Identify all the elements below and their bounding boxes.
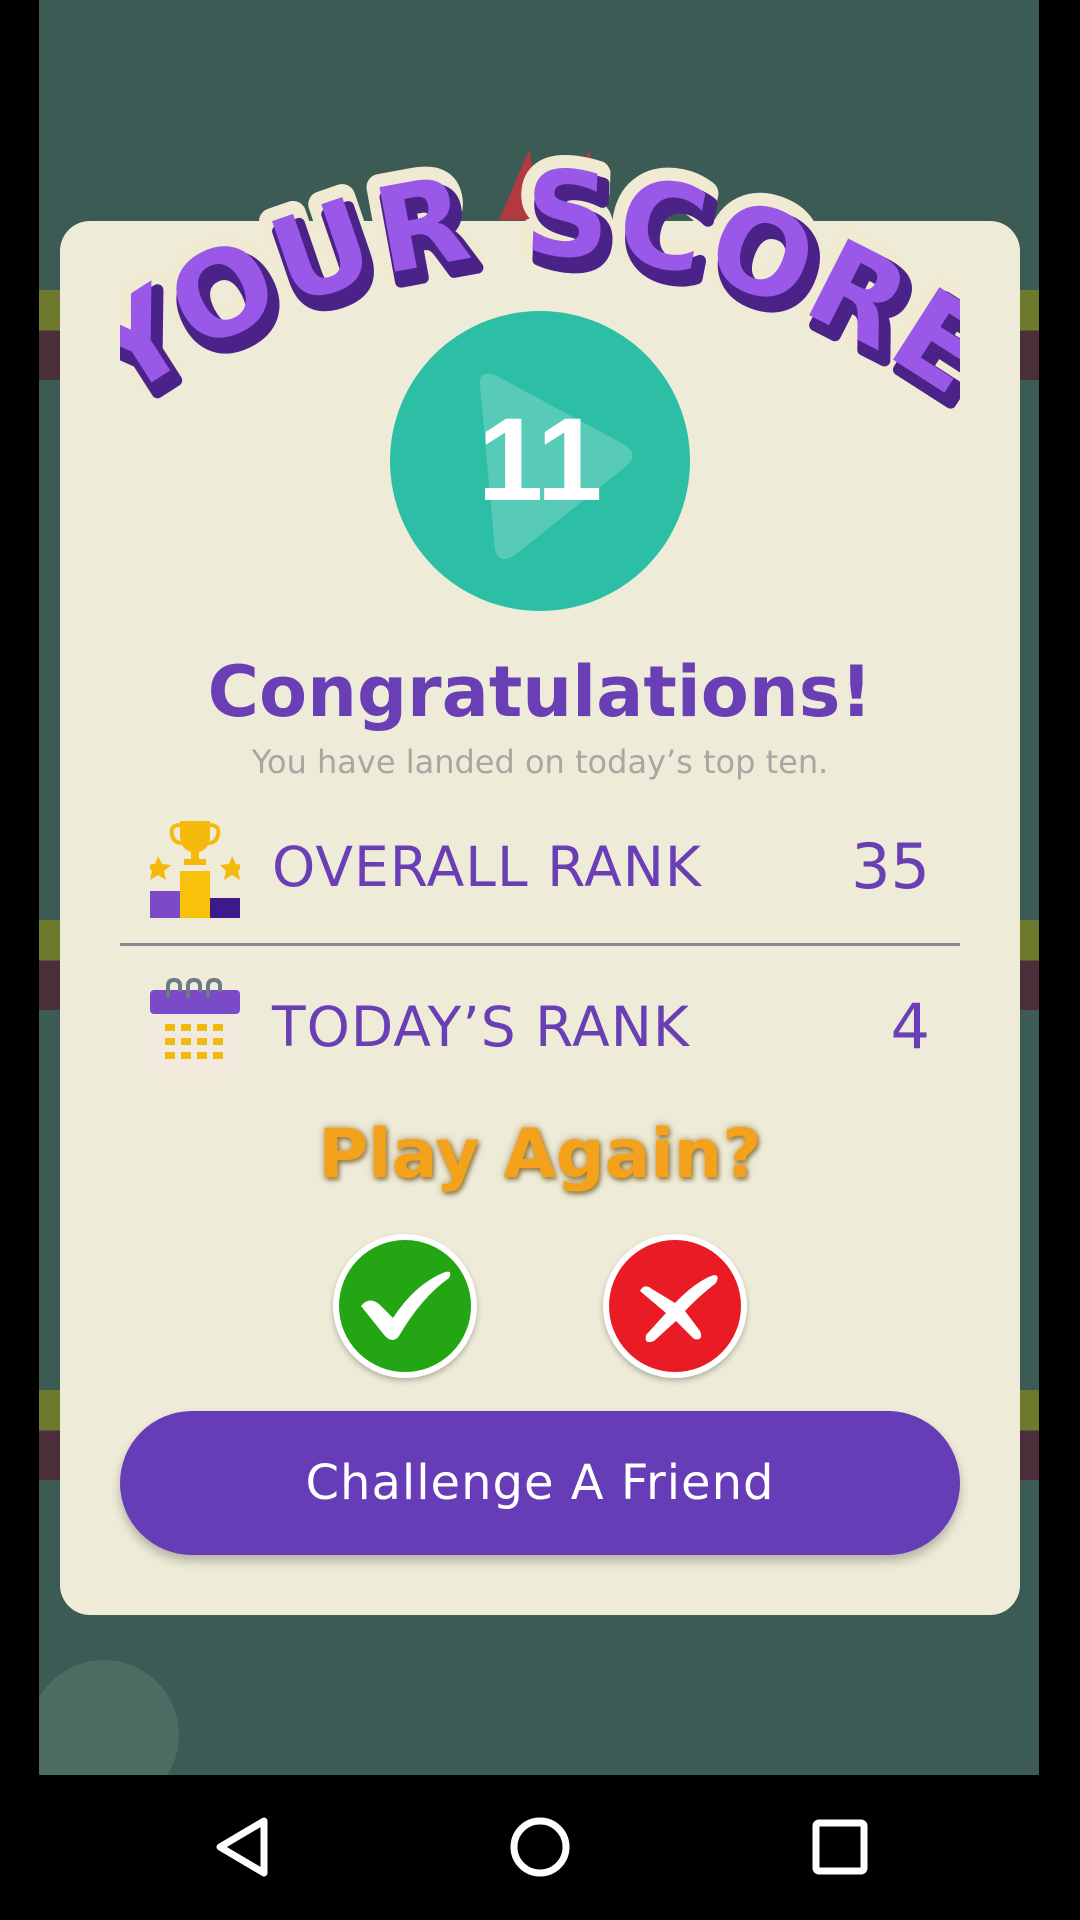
score-value: 11 [477,394,603,526]
recents-square-icon [812,1819,868,1875]
overall-rank-value: 35 [851,830,930,903]
top-ten-message: You have landed on today’s top ten. [251,743,829,781]
play-again-no-button[interactable] [603,1234,747,1378]
nav-back-button[interactable] [200,1805,284,1889]
todays-rank-value: 4 [890,990,930,1063]
back-triangle-icon [216,1817,268,1877]
background-hill [39,1660,179,1775]
overall-rank-row: OVERALL RANK 35 [150,818,930,918]
play-again-yes-button[interactable] [333,1234,477,1378]
overall-rank-label: OVERALL RANK [272,835,702,899]
checkmark-icon [361,1271,451,1340]
rank-divider [120,943,960,946]
play-again-prompt: Play Again? [318,1115,762,1194]
home-circle-icon [510,1817,570,1877]
system-navigation-bar [0,1775,1080,1920]
nav-recents-button[interactable] [798,1805,882,1889]
challenge-friend-button[interactable]: Challenge A Friend [120,1411,960,1555]
cross-icon [640,1275,718,1343]
todays-rank-label: TODAY’S RANK [272,995,690,1059]
calendar-icon [150,978,240,1078]
nav-home-button[interactable] [498,1805,582,1889]
trophy-podium-icon [150,821,240,918]
congratulations-heading: Congratulations! [207,651,873,733]
todays-rank-row: TODAY’S RANK 4 [150,978,930,1078]
